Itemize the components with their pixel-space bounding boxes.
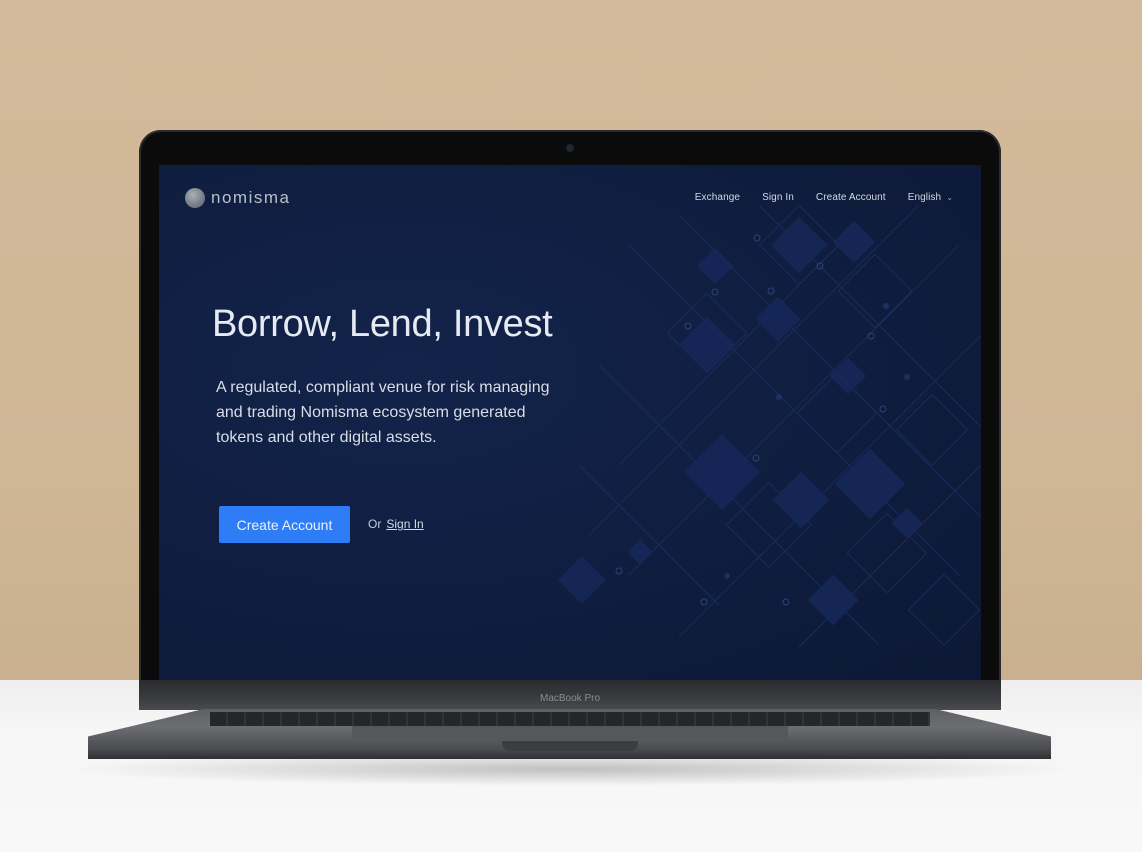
webcam-icon: [567, 145, 573, 151]
language-label: English: [907, 192, 942, 203]
nav-create-account-link[interactable]: Create Account: [816, 192, 886, 203]
keyboard: [210, 712, 930, 726]
brand-logo[interactable]: nomisma: [185, 188, 290, 208]
laptop-bezel-bottom: MacBook Pro: [139, 680, 1001, 710]
nav-sign-in-link[interactable]: Sign In: [762, 192, 794, 203]
hero-title: Borrow, Lend, Invest: [212, 303, 553, 345]
lid-notch: [502, 741, 638, 751]
hero-subtitle: A regulated, compliant venue for risk ma…: [216, 379, 550, 446]
alt-sign-in: Or Sign In: [368, 517, 424, 531]
language-selector[interactable]: English ⌄: [908, 192, 953, 203]
laptop-screen: nomisma Exchange Sign In Create Account …: [159, 165, 981, 680]
create-account-button[interactable]: Create Account: [219, 506, 350, 543]
device-label: MacBook Pro: [539, 693, 601, 704]
chevron-down-icon: ⌄: [946, 193, 953, 202]
nomisma-logo-icon: [185, 188, 205, 208]
top-nav: Exchange Sign In Create Account English …: [695, 192, 953, 203]
or-text: Or: [368, 517, 382, 531]
brand-name: nomisma: [211, 188, 291, 207]
trackpad: [352, 726, 788, 740]
sign-in-link[interactable]: Sign In: [386, 517, 423, 531]
nav-exchange-link[interactable]: Exchange: [695, 192, 740, 203]
